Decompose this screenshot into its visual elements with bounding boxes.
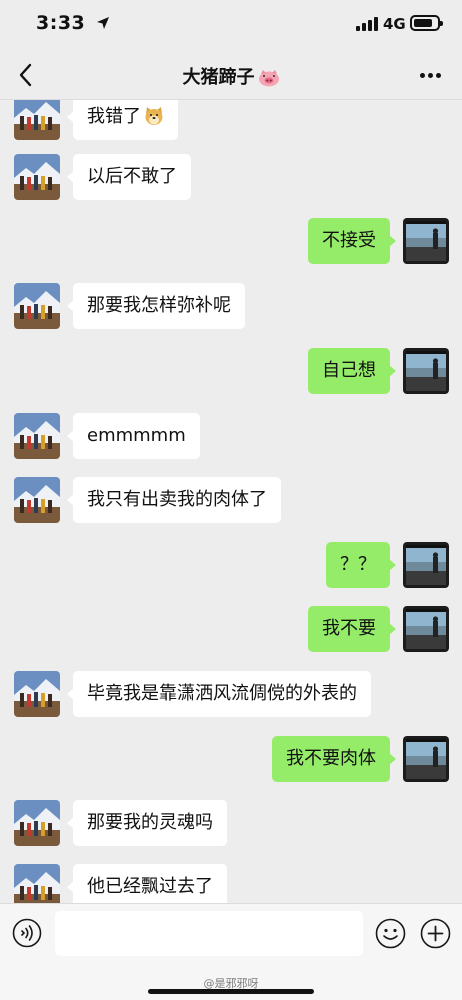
message-outgoing: 自己想	[0, 348, 462, 394]
battery-icon	[410, 15, 443, 31]
more-options-icon[interactable]	[412, 64, 448, 86]
plus-circle-icon[interactable]	[420, 918, 451, 949]
chat-title-text: 大猪蹄子	[182, 67, 255, 88]
contact-avatar[interactable]	[14, 154, 60, 200]
contact-avatar[interactable]	[14, 477, 60, 523]
message-bubble: 不接受	[308, 218, 396, 264]
message-incoming: 他已经飘过去了	[0, 864, 462, 903]
contact-avatar[interactable]	[14, 864, 60, 903]
self-avatar[interactable]	[403, 736, 449, 782]
contact-avatar[interactable]	[14, 413, 60, 459]
message-outgoing: 我不要肉体	[0, 736, 462, 782]
nav-bar: 大猪蹄子	[0, 50, 462, 100]
message-bubble: emmmmm	[67, 413, 200, 459]
message-incoming: emmmmm	[0, 413, 462, 459]
contact-avatar[interactable]	[14, 100, 60, 140]
message-outgoing: 不接受	[0, 218, 462, 264]
message-bubble: 自己想	[308, 348, 396, 394]
message-bubble: 毕竟我是靠潇洒风流倜傥的外表的	[67, 671, 371, 717]
message-bubble: 那要我怎样弥补呢	[67, 283, 245, 329]
message-bubble: 我不要肉体	[272, 736, 396, 782]
voice-icon[interactable]	[12, 918, 42, 948]
doge-emoji-icon	[145, 106, 163, 125]
status-bar: 3:33 4G	[0, 0, 462, 48]
status-time: 3:33	[36, 12, 86, 34]
message-incoming: 我只有出卖我的肉体了	[0, 477, 462, 523]
self-avatar[interactable]	[403, 606, 449, 652]
message-outgoing: ？？	[0, 542, 462, 588]
self-avatar[interactable]	[403, 348, 449, 394]
message-input[interactable]	[55, 911, 363, 956]
location-arrow-icon	[97, 17, 109, 29]
smiley-icon[interactable]	[375, 918, 406, 949]
message-bubble: 我不要	[308, 606, 396, 652]
message-bubble: 他已经飘过去了	[67, 864, 227, 903]
message-incoming: 我错了	[0, 100, 462, 140]
pig-face-icon	[258, 70, 279, 87]
network-type: 4G	[383, 15, 406, 33]
chat-title: 大猪蹄子	[0, 63, 462, 89]
message-bubble: ？？	[326, 542, 396, 588]
message-incoming: 毕竟我是靠潇洒风流倜傥的外表的	[0, 671, 462, 717]
self-avatar[interactable]	[403, 218, 449, 264]
message-outgoing: 我不要	[0, 606, 462, 652]
message-bubble: 那要我的灵魂吗	[67, 800, 227, 846]
input-bar: @是邪邪呀	[0, 903, 462, 1000]
message-bubble: 我错了	[67, 100, 178, 140]
contact-avatar[interactable]	[14, 283, 60, 329]
signal-icon	[356, 17, 378, 31]
message-incoming: 那要我怎样弥补呢	[0, 283, 462, 329]
message-list: 我错了 以后不敢了 不接受 那要我怎样弥补呢 自己想 emmmmm 我只有出卖我…	[0, 100, 462, 903]
contact-avatar[interactable]	[14, 671, 60, 717]
chat-screen: 3:33 4G 大猪蹄子 我错了 以后不敢了 不接受 那要我怎样弥补呢 自己想 …	[0, 0, 462, 1000]
message-bubble: 我只有出卖我的肉体了	[67, 477, 281, 523]
message-bubble: 以后不敢了	[67, 154, 191, 200]
message-incoming: 那要我的灵魂吗	[0, 800, 462, 846]
contact-avatar[interactable]	[14, 800, 60, 846]
self-avatar[interactable]	[403, 542, 449, 588]
message-incoming: 以后不敢了	[0, 154, 462, 200]
home-indicator	[148, 989, 314, 994]
